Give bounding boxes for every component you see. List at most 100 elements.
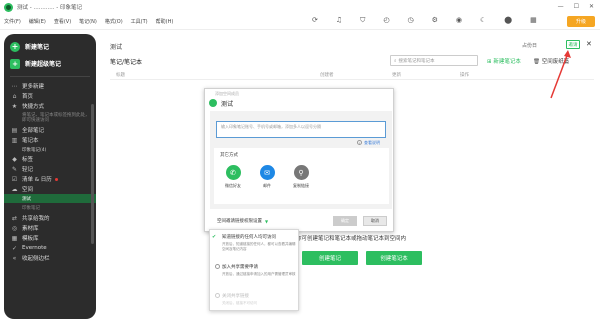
info-icon: i <box>357 140 362 145</box>
sidebar-item-label: 模板库 <box>22 236 39 242</box>
occupy-label: 占份日 <box>522 43 538 49</box>
new-super-note-button[interactable]: + 新建超级笔记 <box>4 55 96 72</box>
sidebar-item-more-new[interactable]: ⋯ 更多新建 <box>4 81 96 91</box>
menu-format[interactable]: 格式(O) <box>105 18 123 25</box>
notes-icon: ▤ <box>11 126 18 134</box>
menu-note[interactable]: 笔记(N) <box>79 18 97 25</box>
sidebar-item-shared[interactable]: ⇄ 共享给我的 <box>4 213 96 223</box>
column-title[interactable]: 标题 <box>116 72 125 78</box>
clock-icon[interactable]: ◷ <box>408 16 414 25</box>
sidebar-item-label: 清单 & 日历 <box>22 177 52 183</box>
sidebar-item-label: 笔记本 <box>22 138 39 144</box>
close-icon[interactable]: ✕ <box>586 40 592 48</box>
sidebar-item-tags[interactable]: ◆ 标签 <box>4 154 96 164</box>
sidebar-item-label: 收起侧边栏 <box>22 256 50 262</box>
title-bar: 测试 - ............ - 印象笔记 — ☐ ✕ <box>0 0 600 14</box>
radio-icon <box>215 293 220 298</box>
sidebar-item-quicknote[interactable]: ✎ 轻记 <box>4 164 96 174</box>
option-close-link[interactable]: 关闭共享链接 <box>222 293 249 299</box>
tag-icon: ◆ <box>12 155 17 163</box>
notebook-icon: ▥ <box>11 136 18 144</box>
link-permission-select[interactable]: 空间邀请链接权限设置 ▼ <box>215 216 275 226</box>
grid-icon[interactable]: ▦ <box>530 16 537 25</box>
account-icon[interactable]: ◉ <box>456 16 462 25</box>
sidebar-item-label: 素材库 <box>22 226 39 232</box>
notification-icon[interactable]: ♫ <box>336 16 342 25</box>
sidebar-item-label: Evernote <box>22 245 47 251</box>
cancel-button[interactable]: 取消 <box>363 216 387 226</box>
history-icon[interactable]: ◴ <box>383 16 389 25</box>
sidebar-item-label: 全部笔记 <box>22 128 45 134</box>
sidebar-item-label: 快捷方式 <box>22 104 45 110</box>
search-placeholder: 搜索笔记和笔记本 <box>398 58 435 64</box>
sidebar-item-all-notes[interactable]: ▤ 全部笔记 <box>4 125 96 135</box>
option-request-to-join[interactable]: 加入共享需要申请 <box>222 264 258 270</box>
settings-icon[interactable]: ⚙ <box>432 16 438 25</box>
minimize-icon[interactable]: — <box>558 3 564 10</box>
trash-icon: 🗑 <box>533 59 540 65</box>
radio-icon <box>215 264 220 269</box>
sync-icon[interactable]: ⟳ <box>312 16 318 25</box>
star-icon: ★ <box>11 102 18 110</box>
close-window-icon[interactable]: ✕ <box>589 3 594 10</box>
sidebar-item-shortcuts[interactable]: ★ 快捷方式 <box>4 101 96 111</box>
shortcut-hint: 将笔记、笔记本或标签拖到此处，即可快速访问 <box>22 113 90 123</box>
menu-view[interactable]: 查看(V) <box>54 18 71 25</box>
template-icon: ▦ <box>11 234 18 242</box>
menu-tools[interactable]: 工具(T) <box>131 18 148 25</box>
upgrade-button[interactable]: 升级 <box>567 16 595 27</box>
column-creator[interactable]: 创建者 <box>320 72 334 78</box>
sidebar-item-evernote[interactable]: ✓ Evernote <box>4 243 96 253</box>
chevron-down-icon: ▼ <box>265 218 269 224</box>
column-actions[interactable]: 操作 <box>460 72 469 78</box>
sidebar-item-notebooks[interactable]: ▥ 笔记本 <box>4 135 96 145</box>
space-trash-button[interactable]: 🗑 空间废纸篓 <box>533 57 569 65</box>
sidebar-item-spaces[interactable]: ☁ 空间 <box>4 184 96 194</box>
sidebar-scrollbar[interactable] <box>91 104 94 244</box>
dark-mode-icon[interactable]: ☾ <box>480 16 486 25</box>
share-option-label: 复制链接 <box>293 183 309 188</box>
menu-file[interactable]: 文件(F) <box>4 18 21 25</box>
plus-icon: + <box>10 41 20 52</box>
sidebar-item-materials[interactable]: ◎ 素材库 <box>4 223 96 233</box>
sidebar-item-home[interactable]: ⌂ 首页 <box>4 91 96 101</box>
option-anyone-with-link[interactable]: 知道链接的任何人均可访问 <box>222 234 276 240</box>
copy-link-button[interactable]: ⚲ 复制链接 <box>286 165 316 189</box>
avatar-icon[interactable]: ⬤ <box>504 16 512 25</box>
window-controls: — ☐ ✕ <box>558 3 594 10</box>
sidebar-space-evernote[interactable]: 印象笔记 <box>4 203 96 213</box>
option-close-desc: 关闭后，链接不可访问 <box>222 301 257 305</box>
menu-help[interactable]: 帮助(H) <box>156 18 174 25</box>
evernote-icon: ✓ <box>11 244 18 252</box>
notification-dot <box>54 177 58 181</box>
sidebar-item-label: 共享给我的 <box>22 216 50 222</box>
permission-help-link[interactable]: i 查看说明 <box>357 140 380 146</box>
shield-icon[interactable]: ⛉ <box>360 16 365 25</box>
sidebar-space-test[interactable]: 测试 <box>4 194 96 203</box>
sidebar-item-label: 更多新建 <box>22 84 45 90</box>
search-input[interactable]: ⌕ 搜索笔记和笔记本 <box>390 55 478 66</box>
sidebar-subitem-notebook[interactable]: 印象笔记(4) <box>4 145 96 154</box>
checklist-icon: ☑ <box>11 175 18 183</box>
new-note-button[interactable]: + 新建笔记 <box>4 38 96 55</box>
window-title: 测试 - ............ - 印象笔记 <box>17 5 82 11</box>
new-notebook-button[interactable]: ⊞ 新建笔记本 <box>487 57 521 65</box>
dialog-space-name: 测试 <box>221 100 234 108</box>
dialog-footer: 空间邀请链接权限设置 ▼ 确定 取消 <box>210 213 392 229</box>
sidebar-item-templates[interactable]: ▦ 模板库 <box>4 233 96 243</box>
menu-edit[interactable]: 编辑(E) <box>29 18 46 25</box>
share-wechat-button[interactable]: ✆ 微信好友 <box>218 165 248 189</box>
create-note-button[interactable]: 创建笔记 <box>302 251 358 265</box>
maximize-icon[interactable]: ☐ <box>574 3 579 10</box>
shared-icon: ⇄ <box>11 214 18 222</box>
column-updated[interactable]: 更新 <box>392 72 401 78</box>
sidebar-item-tasks-calendar[interactable]: ☑ 清单 & 日历 <box>4 174 96 184</box>
share-option-label: 微信好友 <box>225 183 241 188</box>
sidebar-item-collapse[interactable]: « 收起侧边栏 <box>4 253 96 263</box>
share-mail-button[interactable]: ✉ 邮件 <box>252 165 282 189</box>
share-button[interactable]: 邀请 <box>566 40 580 49</box>
invite-input[interactable]: 输入印象笔记账号、手机号或邮箱，添加多人以逗号分隔 <box>216 121 386 138</box>
ok-button[interactable]: 确定 <box>333 216 357 226</box>
dialog-body: 输入印象笔记账号、手机号或邮箱，添加多人以逗号分隔 i 查看说明 其它方式 ✆ 微… <box>210 111 392 209</box>
create-notebook-button[interactable]: 创建笔记本 <box>366 251 422 265</box>
